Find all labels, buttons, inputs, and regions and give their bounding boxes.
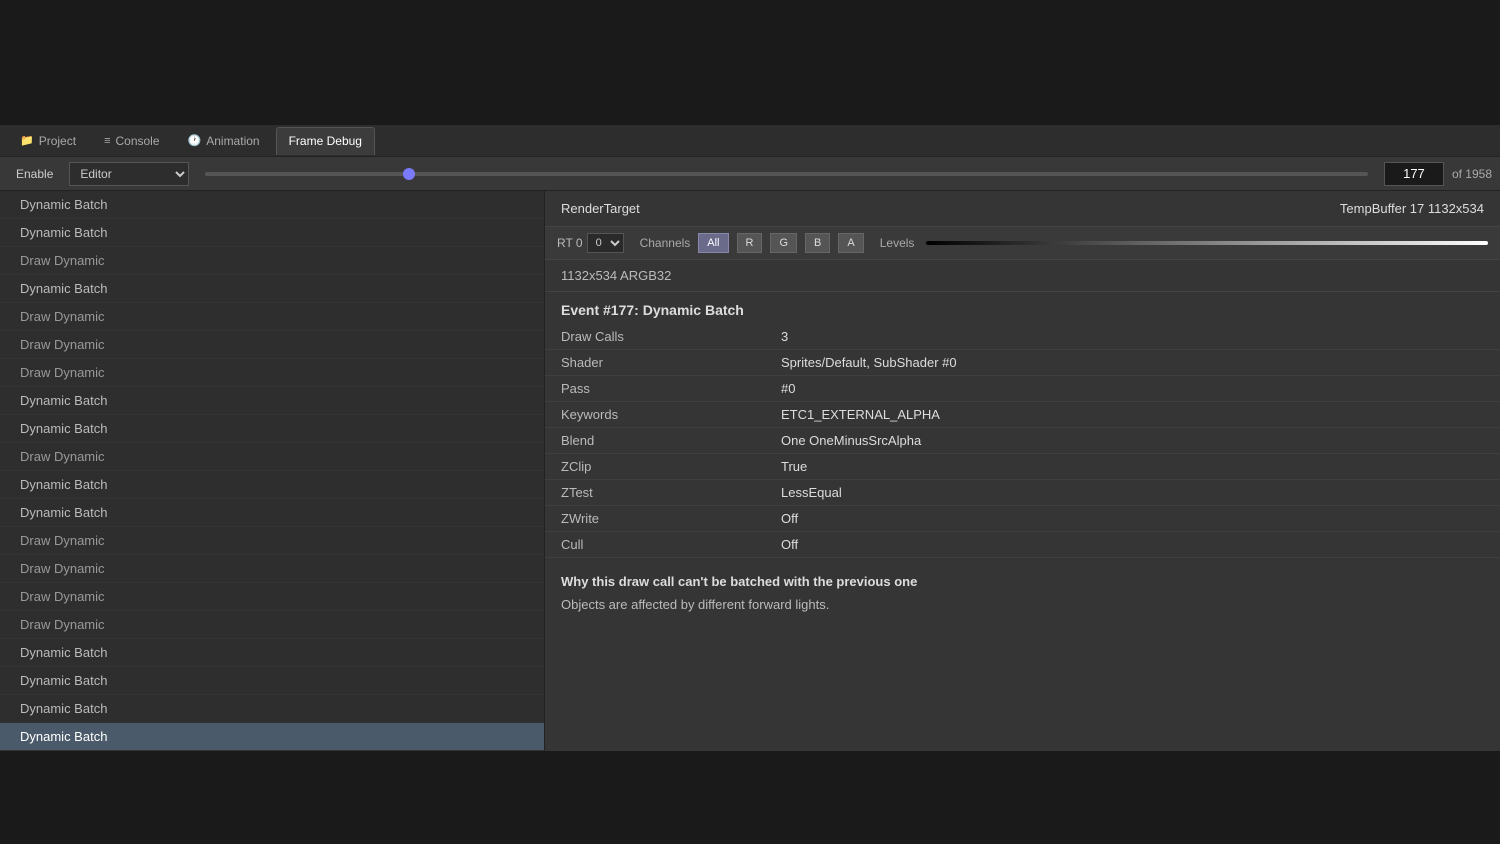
detail-value: ETC1_EXTERNAL_ALPHA <box>781 407 940 422</box>
event-list-item[interactable]: Draw Dynamic <box>0 359 544 387</box>
event-list-item[interactable]: Dynamic Batch <box>0 415 544 443</box>
event-list-item[interactable]: Dynamic Batch <box>0 191 544 219</box>
channel-bar: RT 0 0 Channels All R G B A Levels <box>545 227 1500 260</box>
detail-row: CullOff <box>545 532 1500 558</box>
frame-slider-container <box>197 172 1376 176</box>
content-area: Dynamic BatchDynamic BatchDraw DynamicDy… <box>0 191 1500 751</box>
event-list-item[interactable]: Draw Dynamic <box>0 611 544 639</box>
event-list-item[interactable]: Dynamic Batch <box>0 723 544 751</box>
detail-row: ZTestLessEqual <box>545 480 1500 506</box>
resolution-bar: 1132x534 ARGB32 <box>545 260 1500 292</box>
detail-value: Sprites/Default, SubShader #0 <box>781 355 957 370</box>
tab-animation-label: Animation <box>206 134 259 148</box>
render-target-value: TempBuffer 17 1132x534 <box>1340 201 1484 216</box>
event-list-item[interactable]: Draw Dynamic <box>0 527 544 555</box>
event-list-item[interactable]: Draw Dynamic <box>0 303 544 331</box>
event-list-item[interactable]: Dynamic Batch <box>0 275 544 303</box>
detail-key: Pass <box>561 381 781 396</box>
folder-icon: 📁 <box>20 134 34 147</box>
detail-value: 3 <box>781 329 788 344</box>
detail-value: True <box>781 459 807 474</box>
detail-row: Pass#0 <box>545 376 1500 402</box>
event-list-item[interactable]: Dynamic Batch <box>0 499 544 527</box>
levels-slider[interactable] <box>926 241 1488 245</box>
levels-label: Levels <box>880 236 915 250</box>
detail-key: Shader <box>561 355 781 370</box>
detail-row: ZClipTrue <box>545 454 1500 480</box>
event-list-item[interactable]: Dynamic Batch <box>0 387 544 415</box>
tab-framedebug-label: Frame Debug <box>289 134 362 148</box>
render-target-bar: RenderTarget TempBuffer 17 1132x534 <box>545 191 1500 227</box>
detail-row: ShaderSprites/Default, SubShader #0 <box>545 350 1500 376</box>
detail-key: Draw Calls <box>561 329 781 344</box>
frame-total: of 1958 <box>1452 167 1492 181</box>
rt-dropdown[interactable]: 0 <box>587 233 624 253</box>
batch-section: Why this draw call can't be batched with… <box>545 558 1500 620</box>
resolution-text: 1132x534 ARGB32 <box>561 268 671 283</box>
detail-value: LessEqual <box>781 485 842 500</box>
event-list-item[interactable]: Dynamic Batch <box>0 219 544 247</box>
frame-input[interactable] <box>1384 162 1444 186</box>
channel-r-button[interactable]: R <box>737 233 763 253</box>
detail-row: KeywordsETC1_EXTERNAL_ALPHA <box>545 402 1500 428</box>
detail-row: ZWriteOff <box>545 506 1500 532</box>
enable-label: Enable <box>8 165 61 183</box>
detail-key: Keywords <box>561 407 781 422</box>
channel-b-button[interactable]: B <box>805 233 830 253</box>
channels-label: Channels <box>640 236 691 250</box>
frame-slider-thumb[interactable] <box>403 168 415 180</box>
detail-key: ZWrite <box>561 511 781 526</box>
detail-row: Draw Calls3 <box>545 324 1500 350</box>
tab-animation[interactable]: 🕐 Animation <box>176 127 272 155</box>
tab-bar: 📁 Project ≡ Console 🕐 Animation Frame De… <box>0 125 1500 157</box>
event-list-item[interactable]: Draw Dynamic <box>0 331 544 359</box>
event-list-item[interactable]: Draw Dynamic <box>0 443 544 471</box>
tab-framedebug[interactable]: Frame Debug <box>276 127 375 155</box>
clock-icon: 🕐 <box>188 134 202 147</box>
render-target-label: RenderTarget <box>561 201 640 216</box>
toolbar: Enable Editor of 1958 <box>0 157 1500 191</box>
detail-key: ZTest <box>561 485 781 500</box>
channel-all-button[interactable]: All <box>698 233 728 253</box>
detail-value: #0 <box>781 381 795 396</box>
console-icon: ≡ <box>104 135 110 147</box>
event-list-item[interactable]: Draw Dynamic <box>0 583 544 611</box>
top-bar <box>0 0 1500 125</box>
detail-panel: RenderTarget TempBuffer 17 1132x534 RT 0… <box>545 191 1500 751</box>
batch-reason-desc: Objects are affected by different forwar… <box>561 597 1484 612</box>
detail-value: Off <box>781 511 798 526</box>
event-list-item[interactable]: Dynamic Batch <box>0 471 544 499</box>
event-list[interactable]: Dynamic BatchDynamic BatchDraw DynamicDy… <box>0 191 545 751</box>
event-list-item[interactable]: Dynamic Batch <box>0 667 544 695</box>
tab-project-label: Project <box>39 134 76 148</box>
rt-label: RT 0 <box>557 236 583 250</box>
batch-reason-title: Why this draw call can't be batched with… <box>561 574 1484 589</box>
channel-a-button[interactable]: A <box>838 233 863 253</box>
channel-g-button[interactable]: G <box>770 233 797 253</box>
detail-value: One OneMinusSrcAlpha <box>781 433 921 448</box>
bottom-bar <box>0 751 1500 788</box>
event-list-item[interactable]: Dynamic Batch <box>0 639 544 667</box>
event-list-item[interactable]: Draw Dynamic <box>0 247 544 275</box>
event-title: Event #177: Dynamic Batch <box>545 292 1500 324</box>
editor-dropdown[interactable]: Editor <box>69 162 189 186</box>
tab-console-label: Console <box>115 134 159 148</box>
rt-select: RT 0 0 <box>557 233 624 253</box>
event-list-item[interactable]: Draw Dynamic <box>0 555 544 583</box>
properties-list: Draw Calls3ShaderSprites/Default, SubSha… <box>545 324 1500 558</box>
detail-key: Blend <box>561 433 781 448</box>
detail-key: ZClip <box>561 459 781 474</box>
frame-slider-track[interactable] <box>205 172 1368 176</box>
detail-row: BlendOne OneMinusSrcAlpha <box>545 428 1500 454</box>
detail-key: Cull <box>561 537 781 552</box>
event-list-item[interactable]: Dynamic Batch <box>0 695 544 723</box>
tab-project[interactable]: 📁 Project <box>8 127 88 155</box>
detail-value: Off <box>781 537 798 552</box>
tab-console[interactable]: ≡ Console <box>92 127 171 155</box>
